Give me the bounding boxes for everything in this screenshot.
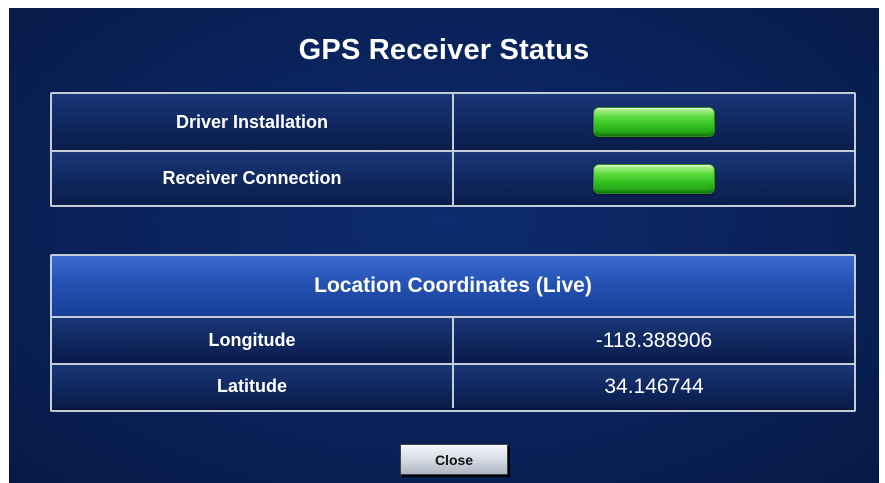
status-ok-indicator (593, 107, 715, 137)
status-panel: Driver Installation Receiver Connection (50, 92, 856, 207)
location-panel: Location Coordinates (Live) Longitude -1… (50, 254, 856, 412)
location-row-longitude: Longitude -118.388906 (52, 318, 854, 363)
status-label: Receiver Connection (52, 152, 454, 205)
coordinate-label: Longitude (52, 318, 454, 363)
status-row-receiver-connection: Receiver Connection (52, 150, 854, 205)
status-cell (454, 94, 854, 150)
status-label: Driver Installation (52, 94, 454, 150)
close-button[interactable]: Close (400, 444, 508, 475)
dialog-title: GPS Receiver Status (298, 34, 590, 66)
status-cell (454, 152, 854, 205)
longitude-value: -118.388906 (595, 328, 713, 352)
location-row-latitude: Latitude 34.146744 (52, 363, 854, 408)
status-ok-indicator (593, 163, 715, 194)
latitude-value: 34.146744 (604, 374, 704, 398)
location-header: Location Coordinates (Live) (52, 256, 854, 318)
gps-status-dialog: GPS Receiver Status Driver Installation … (9, 8, 879, 483)
status-row-driver-installation: Driver Installation (52, 94, 854, 150)
coordinate-label: Latitude (52, 365, 454, 408)
